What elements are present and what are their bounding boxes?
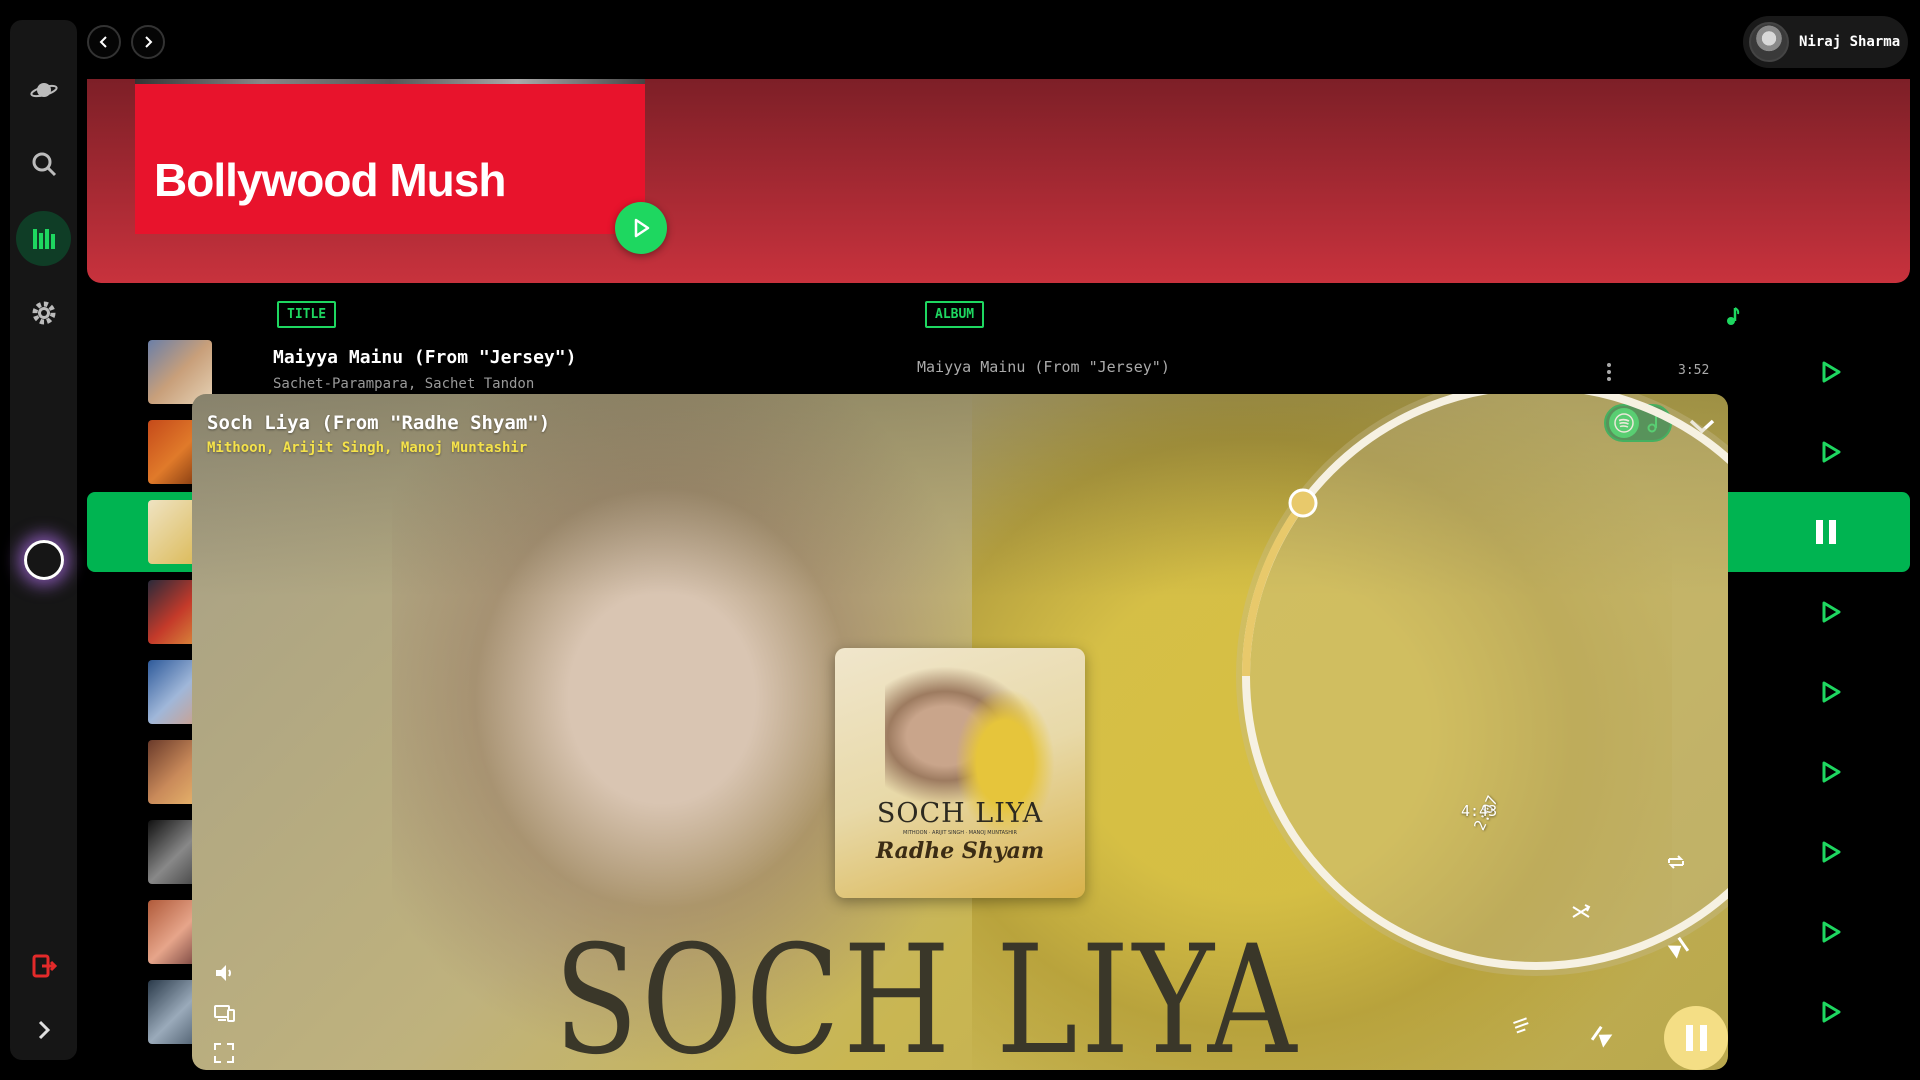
- sidebar: [10, 20, 77, 1060]
- track-artist[interactable]: Sachet-Parampara, Sachet Tandon: [273, 376, 534, 392]
- planet-icon[interactable]: [16, 62, 71, 117]
- play-icon[interactable]: [1820, 681, 1842, 703]
- gear-icon[interactable]: [16, 285, 71, 340]
- playlist-title: Bollywood Mush: [154, 154, 506, 206]
- back-button[interactable]: [87, 25, 121, 59]
- column-header-title[interactable]: TITLE: [277, 301, 337, 328]
- user-menu[interactable]: Niraj Sharma: [1743, 16, 1908, 68]
- pause-icon: [1685, 1025, 1693, 1051]
- column-header-album[interactable]: ALBUM: [925, 301, 985, 328]
- search-icon[interactable]: [16, 136, 71, 191]
- track-album[interactable]: Maiyya Mainu (From "Jersey"): [917, 358, 1170, 376]
- play-icon[interactable]: [1820, 441, 1842, 463]
- pause-button[interactable]: [1664, 1006, 1728, 1070]
- total-time: 4:43: [1461, 802, 1498, 820]
- repeat-icon[interactable]: [1665, 851, 1687, 873]
- shuffle-icon[interactable]: [1570, 901, 1592, 923]
- play-icon[interactable]: [1820, 761, 1842, 783]
- play-icon[interactable]: [1820, 601, 1842, 623]
- play-icon[interactable]: [1820, 1001, 1842, 1023]
- play-icon[interactable]: [1820, 361, 1842, 383]
- cover-image-strip: [135, 79, 645, 84]
- music-note-icon: [1727, 307, 1740, 325]
- play-icon[interactable]: [1820, 841, 1842, 863]
- forward-button[interactable]: [131, 25, 165, 59]
- play-icon: [634, 218, 650, 238]
- control-dial-area: 2:07: [192, 394, 1728, 1070]
- track-duration: 3:52: [1678, 363, 1710, 378]
- user-name: Niraj Sharma: [1799, 34, 1901, 50]
- pause-icon[interactable]: [1816, 520, 1840, 546]
- avatar: [1749, 22, 1789, 62]
- activity-indicator: [24, 540, 64, 580]
- progress-ring[interactable]: [1236, 394, 1728, 976]
- more-options-icon[interactable]: [1606, 362, 1612, 382]
- chevron-right-icon[interactable]: [16, 1002, 71, 1057]
- library-icon[interactable]: [16, 211, 71, 266]
- playlist-play-button[interactable]: [615, 202, 667, 254]
- track-title[interactable]: Maiyya Mainu (From "Jersey"): [273, 347, 576, 368]
- play-icon[interactable]: [1820, 921, 1842, 943]
- logout-icon[interactable]: [16, 938, 71, 993]
- playlist-cover: Bollywood Mush: [135, 79, 645, 234]
